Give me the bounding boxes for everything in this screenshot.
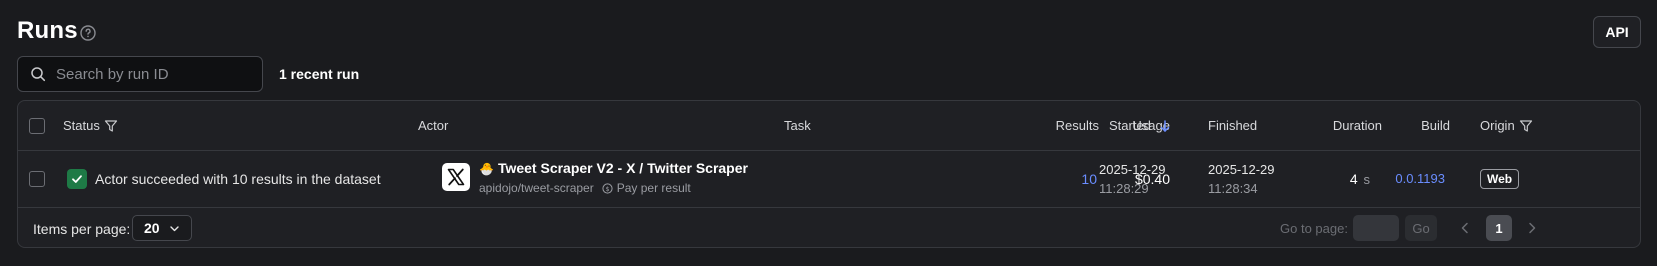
column-actor: Actor [418,118,449,133]
column-status[interactable]: Status [63,118,118,133]
items-per-page-value: 20 [144,220,160,236]
select-all-checkbox[interactable] [29,118,45,134]
api-button[interactable]: API [1593,16,1641,48]
finished-date: 2025-12-29 [1208,162,1275,177]
page-number-current[interactable]: 1 [1486,215,1512,241]
table-header: Status Actor Task Results Usage Started … [18,101,1640,151]
column-origin-label: Origin [1480,118,1515,133]
goto-page-label: Go to page: [1280,221,1348,236]
table-footer: Items per page: 20 Go to page: Go 1 [18,208,1640,247]
column-build: Build [1421,118,1450,133]
column-started-label: Started [1109,118,1151,133]
help-icon[interactable] [80,25,96,41]
actor-slug: apidojo/tweet-scraper [479,181,594,195]
sort-descending-icon[interactable] [1159,119,1171,133]
started-time: 11:28:29 [1099,181,1149,196]
x-logo-icon [442,163,470,191]
column-duration: Duration [1332,118,1382,133]
build-link[interactable]: 0.0.1193 [1395,171,1445,186]
filter-icon[interactable] [104,119,118,133]
run-count: 1 recent run [279,66,360,82]
actor-name: Tweet Scraper V2 - X / Twitter Scraper [497,160,748,176]
filter-icon[interactable] [1519,119,1533,133]
search-icon [31,67,46,82]
search-input[interactable] [56,65,262,83]
finished-time: 11:28:34 [1208,181,1258,196]
svg-text:$: $ [605,184,609,192]
runs-table: Status Actor Task Results Usage Started … [17,100,1641,248]
goto-page-input[interactable] [1353,215,1399,241]
actor-meta: apidojo/tweet-scraper $ Pay per result [479,181,691,195]
search-box[interactable] [17,56,263,92]
chevron-right-icon[interactable] [1524,220,1540,236]
duration-value: 4 s [1350,171,1370,187]
items-per-page-select[interactable]: 20 [132,215,192,241]
origin-badge: Web [1480,169,1520,189]
check-icon [72,175,82,183]
results-link[interactable]: 10 [1081,171,1097,187]
actor-emoji: 🐣 [479,162,494,176]
pricing-model: Pay per result [616,181,691,195]
status-success-badge [67,169,87,189]
chevron-down-icon [169,225,179,231]
column-origin[interactable]: Origin [1480,118,1533,133]
items-per-page-label: Items per page: [33,221,131,237]
started-date: 2025-12-29 [1099,162,1166,177]
go-button[interactable]: Go [1405,215,1437,241]
status-text: Actor succeeded with 10 results in the d… [95,171,381,187]
row-checkbox[interactable] [29,171,45,187]
chevron-left-icon[interactable] [1457,220,1473,236]
duration-number: 4 [1349,171,1358,187]
actor-name-link[interactable]: 🐣 Tweet Scraper V2 - X / Twitter Scraper [479,160,748,176]
duration-unit: s [1363,172,1371,187]
table-row[interactable]: Actor succeeded with 10 results in the d… [18,151,1640,208]
column-task: Task [784,118,811,133]
column-started[interactable]: Started [1109,118,1171,133]
column-results: Results [1055,118,1099,133]
page-title: Runs [17,17,78,44]
column-finished: Finished [1208,118,1258,133]
started-cell: 2025-12-29 11:28:29 [1099,160,1166,198]
coin-icon: $ [602,182,613,194]
finished-cell: 2025-12-29 11:28:34 [1208,160,1275,198]
column-status-label: Status [63,118,100,133]
